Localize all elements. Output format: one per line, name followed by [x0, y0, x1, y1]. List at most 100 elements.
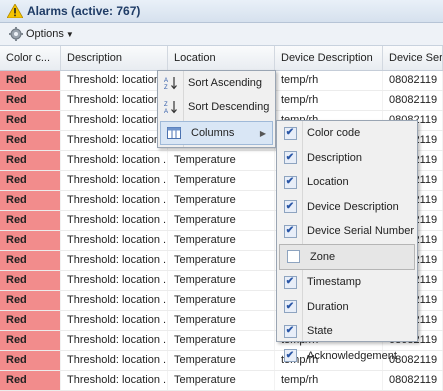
table-row[interactable]: RedThreshold: location ...Temperaturetem…: [0, 371, 443, 391]
column-toggle-item[interactable]: ✔ Location: [277, 170, 417, 195]
svg-text:A: A: [164, 78, 168, 84]
cell-color: Red: [0, 231, 61, 250]
column-toggle-label: Acknowledgement: [307, 349, 397, 362]
options-button[interactable]: Options ▼: [6, 25, 77, 43]
checkbox[interactable]: ✔: [282, 348, 298, 364]
column-toggle-label: State: [307, 325, 333, 338]
cell-description: Threshold: location ...: [61, 151, 168, 170]
sort-descending-item[interactable]: ZA Sort Descending: [158, 95, 275, 119]
sort-ascending-icon: AZ: [163, 75, 179, 91]
checkbox[interactable]: ✔: [282, 223, 298, 239]
cell-color: Red: [0, 291, 61, 310]
column-header-color-code[interactable]: Color c...: [0, 46, 61, 70]
cell-color: Red: [0, 251, 61, 270]
cell-location: Temperature: [168, 351, 275, 370]
checkmark-icon: ✔: [283, 224, 297, 238]
cell-color: Red: [0, 211, 61, 230]
cell-description: Threshold: location ...: [61, 331, 168, 350]
cell-description: Threshold: location ...: [61, 351, 168, 370]
cell-location: Temperature: [168, 311, 275, 330]
column-toggle-label: Description: [307, 151, 363, 164]
column-header-description[interactable]: Description: [61, 46, 168, 70]
checkbox[interactable]: [285, 249, 301, 265]
checkmark-icon: ✔: [283, 300, 297, 314]
column-toggle-item[interactable]: ✔ Timestamp: [277, 270, 417, 295]
column-toggle-item[interactable]: ✔ Description: [277, 146, 417, 171]
sort-ascending-item[interactable]: AZ Sort Ascending: [158, 71, 275, 95]
cell-serial: 08082119: [383, 91, 443, 110]
cell-color: Red: [0, 71, 61, 90]
cell-color: Red: [0, 131, 61, 150]
checkbox[interactable]: ✔: [282, 274, 298, 290]
cell-color: Red: [0, 351, 61, 370]
cell-color: Red: [0, 171, 61, 190]
warning-icon: [6, 3, 24, 19]
panel-titlebar: Alarms (active: 767): [0, 0, 443, 23]
cell-description: Threshold: location ...: [61, 271, 168, 290]
cell-description: Threshold: location ...: [61, 211, 168, 230]
cell-location: Temperature: [168, 271, 275, 290]
sort-descending-icon: ZA: [163, 99, 179, 115]
cell-description: Threshold: location ...: [61, 311, 168, 330]
column-header-device-description[interactable]: Device Description: [275, 46, 383, 70]
cell-color: Red: [0, 111, 61, 130]
column-toggle-label: Device Description: [307, 200, 399, 213]
cell-color: Red: [0, 91, 61, 110]
cell-serial: 08082119: [383, 71, 443, 90]
column-header-device-serial[interactable]: Device Seria: [383, 46, 443, 70]
cell-description: Threshold: location ...: [61, 111, 168, 130]
cell-description: Threshold: location ...: [61, 71, 168, 90]
column-toggle-label: Zone: [310, 250, 336, 263]
cell-description: Threshold: location ...: [61, 191, 168, 210]
cell-description: Threshold: location ...: [61, 91, 168, 110]
cell-description: Threshold: location ...: [61, 131, 168, 150]
checkbox[interactable]: ✔: [282, 125, 298, 141]
svg-text:Z: Z: [164, 102, 168, 108]
cell-device-description: temp/rh: [275, 91, 383, 110]
panel-title: Alarms (active: 767): [27, 4, 141, 18]
sort-descending-label: Sort Descending: [188, 101, 270, 113]
column-toggle-item[interactable]: Zone: [279, 243, 415, 270]
column-toggle-label: Device Serial Number: [307, 225, 414, 238]
column-toggle-label: Timestamp: [307, 276, 361, 289]
column-toggle-item[interactable]: ✔ Duration: [277, 295, 417, 320]
column-toggle-item[interactable]: ✔ Color code: [277, 121, 417, 146]
svg-text:Z: Z: [164, 85, 168, 90]
cell-location: Temperature: [168, 291, 275, 310]
cell-color: Red: [0, 271, 61, 290]
grid-header: Color c... Description Location Device D…: [0, 46, 443, 71]
cell-device-description: temp/rh: [275, 71, 383, 90]
checkbox[interactable]: ✔: [282, 299, 298, 315]
checkmark-icon: ✔: [283, 200, 297, 214]
cell-description: Threshold: location ...: [61, 291, 168, 310]
column-menu: AZ Sort Ascending ZA Sort Descending Col…: [157, 70, 276, 148]
column-toggle-item[interactable]: ✔ Device Description: [277, 195, 417, 220]
columns-icon: [166, 125, 182, 141]
cell-color: Red: [0, 331, 61, 350]
column-toggle-label: Color code: [307, 127, 361, 140]
cell-description: Threshold: location ...: [61, 231, 168, 250]
checkbox[interactable]: ✔: [282, 323, 298, 339]
checkbox[interactable]: ✔: [282, 150, 298, 166]
toolbar: Options ▼: [0, 23, 443, 46]
column-toggle-item[interactable]: ✔ Device Serial Number: [277, 219, 417, 244]
column-toggle-item[interactable]: ✔ State: [277, 319, 417, 344]
empty-checkbox-icon: [286, 250, 300, 264]
cell-serial: 08082119: [383, 371, 443, 390]
column-header-location[interactable]: Location: [168, 46, 275, 70]
columns-label: Columns: [191, 127, 235, 139]
cell-color: Red: [0, 151, 61, 170]
column-toggle-item[interactable]: ✔ Acknowledgement: [277, 344, 417, 369]
cell-description: Threshold: location ...: [61, 251, 168, 270]
sort-ascending-label: Sort Ascending: [188, 77, 262, 89]
columns-submenu-list: ✔ Color code ✔ Description ✔ Location ✔ Device …: [277, 121, 417, 368]
cell-location: Temperature: [168, 191, 275, 210]
cell-location: Temperature: [168, 211, 275, 230]
checkbox[interactable]: ✔: [282, 174, 298, 190]
columns-item[interactable]: Columns ▶: [160, 121, 273, 145]
cell-location: Temperature: [168, 371, 275, 390]
cell-location: Temperature: [168, 231, 275, 250]
cell-color: Red: [0, 191, 61, 210]
checkbox[interactable]: ✔: [282, 199, 298, 215]
checkmark-icon: ✔: [283, 151, 297, 165]
